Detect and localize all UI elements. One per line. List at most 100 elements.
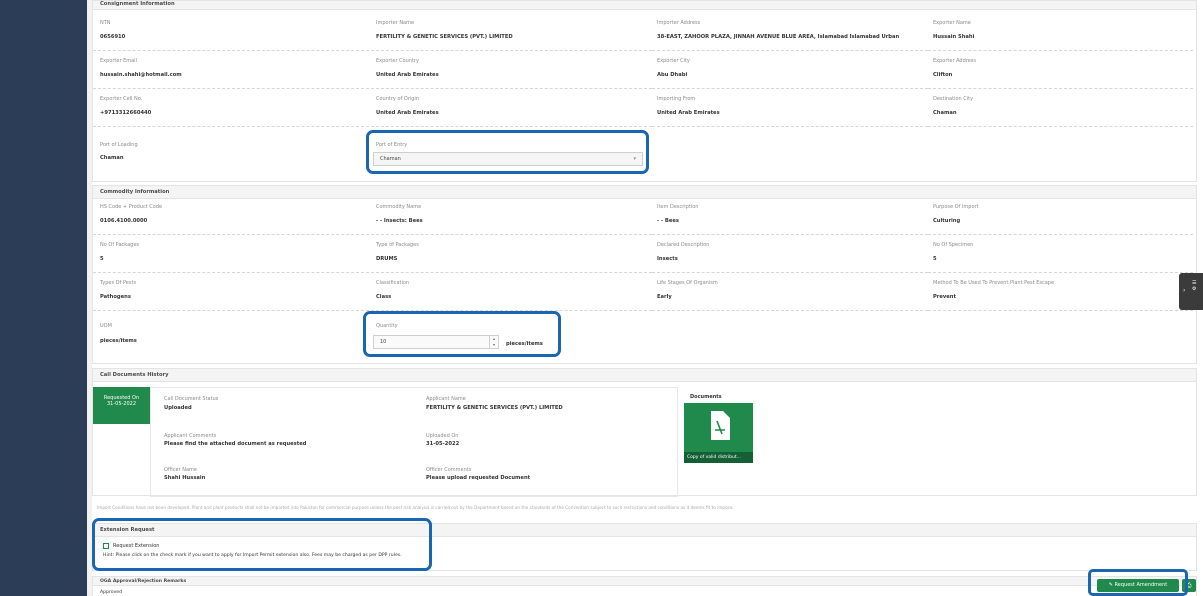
uploaded-value: 31-05-2022 bbox=[426, 441, 460, 447]
field-label: Exporter Name bbox=[933, 20, 971, 26]
grid-cell bbox=[928, 126, 1193, 127]
field-value: Early bbox=[657, 294, 672, 300]
field-label: Exporter Cell No. bbox=[100, 96, 143, 102]
highlight-port-entry bbox=[366, 130, 649, 174]
highlight-quantity bbox=[363, 311, 561, 357]
commodity-title: Commodity Information bbox=[93, 186, 1196, 199]
grid-cell bbox=[93, 50, 369, 51]
field-value: Prevent bbox=[933, 294, 956, 300]
import-conditions-notice: Import Conditions have not been develope… bbox=[97, 505, 734, 510]
grid-cell bbox=[371, 234, 652, 235]
grid-cell bbox=[371, 50, 652, 51]
consignment-title: Consignment Information bbox=[93, 1, 1196, 10]
grid-cell bbox=[93, 88, 369, 89]
field-value: United Arab Emirates bbox=[376, 110, 439, 116]
grid-cell bbox=[928, 272, 1193, 273]
field-value: United Arab Emirates bbox=[376, 72, 439, 78]
grid-cell bbox=[928, 88, 1193, 89]
field-value: 38-EAST, ZAHOOR PLAZA, JINNAH AVENUE BLU… bbox=[657, 34, 900, 40]
grid-cell bbox=[652, 88, 928, 89]
field-value: hussain.shahi@hotmail.com bbox=[100, 72, 182, 78]
documents-label: Documents bbox=[690, 394, 722, 400]
remarks-panel: OGA Approval/Rejection Remarks Approved bbox=[92, 576, 1197, 596]
field-value: - - Insects: Bees bbox=[376, 218, 423, 224]
field-label: No Of Specimen bbox=[933, 242, 974, 248]
field-label: Importing From bbox=[657, 96, 696, 102]
grid-cell bbox=[652, 234, 928, 235]
side-tab[interactable]: › ☰ ⚙ bbox=[1179, 273, 1203, 310]
field-value: Culturing bbox=[933, 218, 961, 224]
grid-cell bbox=[93, 126, 369, 127]
field-label: Declared Description bbox=[657, 242, 710, 248]
left-sidebar-lower bbox=[0, 521, 87, 596]
field-value: DRUMS bbox=[376, 256, 398, 262]
field-label: Type of Packages bbox=[376, 242, 419, 248]
field-label: HS Code + Product Code bbox=[100, 204, 163, 210]
grid-cell bbox=[928, 50, 1193, 51]
grid-cell bbox=[928, 234, 1193, 235]
grid-cell bbox=[93, 234, 369, 235]
field-label: Exporter Address bbox=[933, 58, 977, 64]
grid-cell bbox=[652, 272, 928, 273]
field-value: - - Bees bbox=[657, 218, 679, 224]
commodity-panel: Commodity Information HS Code + Product … bbox=[92, 185, 1197, 364]
field-label: Exporter Email bbox=[100, 58, 137, 64]
field-value: Hussain Shahi bbox=[933, 34, 975, 40]
grid-cell bbox=[371, 88, 652, 89]
field-value: Class bbox=[376, 294, 392, 300]
comments-value: Please find the attached document as req… bbox=[164, 441, 307, 447]
field-value: +9713312660440 bbox=[100, 110, 152, 116]
status-value: Uploaded bbox=[164, 405, 192, 411]
port-loading-value: Chaman bbox=[100, 155, 124, 161]
document-tile[interactable]: Copy of valid distribut... bbox=[684, 403, 753, 463]
field-label: Classification bbox=[376, 280, 410, 286]
grid-cell bbox=[928, 310, 1193, 311]
officer-comments-value: Please upload requested Document bbox=[426, 475, 531, 481]
field-value: 0106.4100.0000 bbox=[100, 218, 148, 224]
field-value: 5 bbox=[933, 256, 937, 262]
field-value: 0656910 bbox=[100, 34, 126, 40]
grid-cell bbox=[652, 50, 928, 51]
field-value: FERTILITY & GENETIC SERVICES (PVT.) LIMI… bbox=[376, 34, 513, 40]
port-loading-label: Port of Loading bbox=[100, 142, 138, 148]
field-label: Importer Name bbox=[376, 20, 415, 26]
chevron-right-icon: › bbox=[1183, 287, 1186, 294]
field-label: Destination City bbox=[933, 96, 974, 102]
remarks-title: OGA Approval/Rejection Remarks bbox=[93, 577, 1196, 586]
requested-badge: Requested On 31-05-2022 bbox=[93, 387, 150, 424]
officer-comments-label: Officer Comments bbox=[426, 467, 472, 473]
officer-label: Officer Name bbox=[164, 467, 197, 473]
remarks-value: Approved bbox=[100, 590, 123, 595]
field-label: Exporter Country bbox=[376, 58, 419, 64]
grid-cell bbox=[93, 310, 369, 311]
field-value: Pathogens bbox=[100, 294, 131, 300]
applicant-name-value: FERTILITY & GENETIC SERVICES (PVT.) LIMI… bbox=[426, 405, 563, 411]
settings-icon: ☰ ⚙ bbox=[1192, 280, 1197, 292]
field-value: United Arab Emirates bbox=[657, 110, 720, 116]
applicant-name-label: Applicant Name bbox=[426, 396, 466, 402]
field-label: Item Description bbox=[657, 204, 699, 210]
field-value: Abu Dhabi bbox=[657, 72, 688, 78]
uom-label: UOM bbox=[100, 323, 112, 329]
left-sidebar bbox=[0, 0, 87, 521]
officer-value: Shahi Hussain bbox=[164, 475, 206, 481]
history-title: Call Documents History bbox=[93, 369, 1196, 382]
comments-label: Applicant Comments bbox=[164, 433, 217, 439]
grid-cell bbox=[93, 272, 369, 273]
grid-cell bbox=[371, 126, 652, 127]
field-label: Types Of Pests bbox=[100, 280, 137, 286]
field-label: Importer Address bbox=[657, 20, 701, 26]
field-label: No Of Packages bbox=[100, 242, 140, 248]
uploaded-label: Uploaded On bbox=[426, 433, 459, 439]
grid-cell bbox=[652, 310, 928, 311]
uom-value: pieces/items bbox=[100, 338, 137, 344]
page: Consignment Information NTN 0656910 Import… bbox=[0, 0, 1203, 596]
call-documents-panel: Call Documents History Requested On 31-0… bbox=[92, 368, 1197, 497]
document-caption: Copy of valid distribut... bbox=[684, 452, 753, 463]
field-value: Chaman bbox=[933, 110, 957, 116]
requested-date: 31-05-2022 bbox=[106, 401, 137, 407]
status-label: Call Document Status bbox=[164, 396, 219, 402]
field-label: Exporter City bbox=[657, 58, 690, 64]
field-label: Commodity Name bbox=[376, 204, 422, 210]
highlight-extension bbox=[92, 518, 432, 571]
